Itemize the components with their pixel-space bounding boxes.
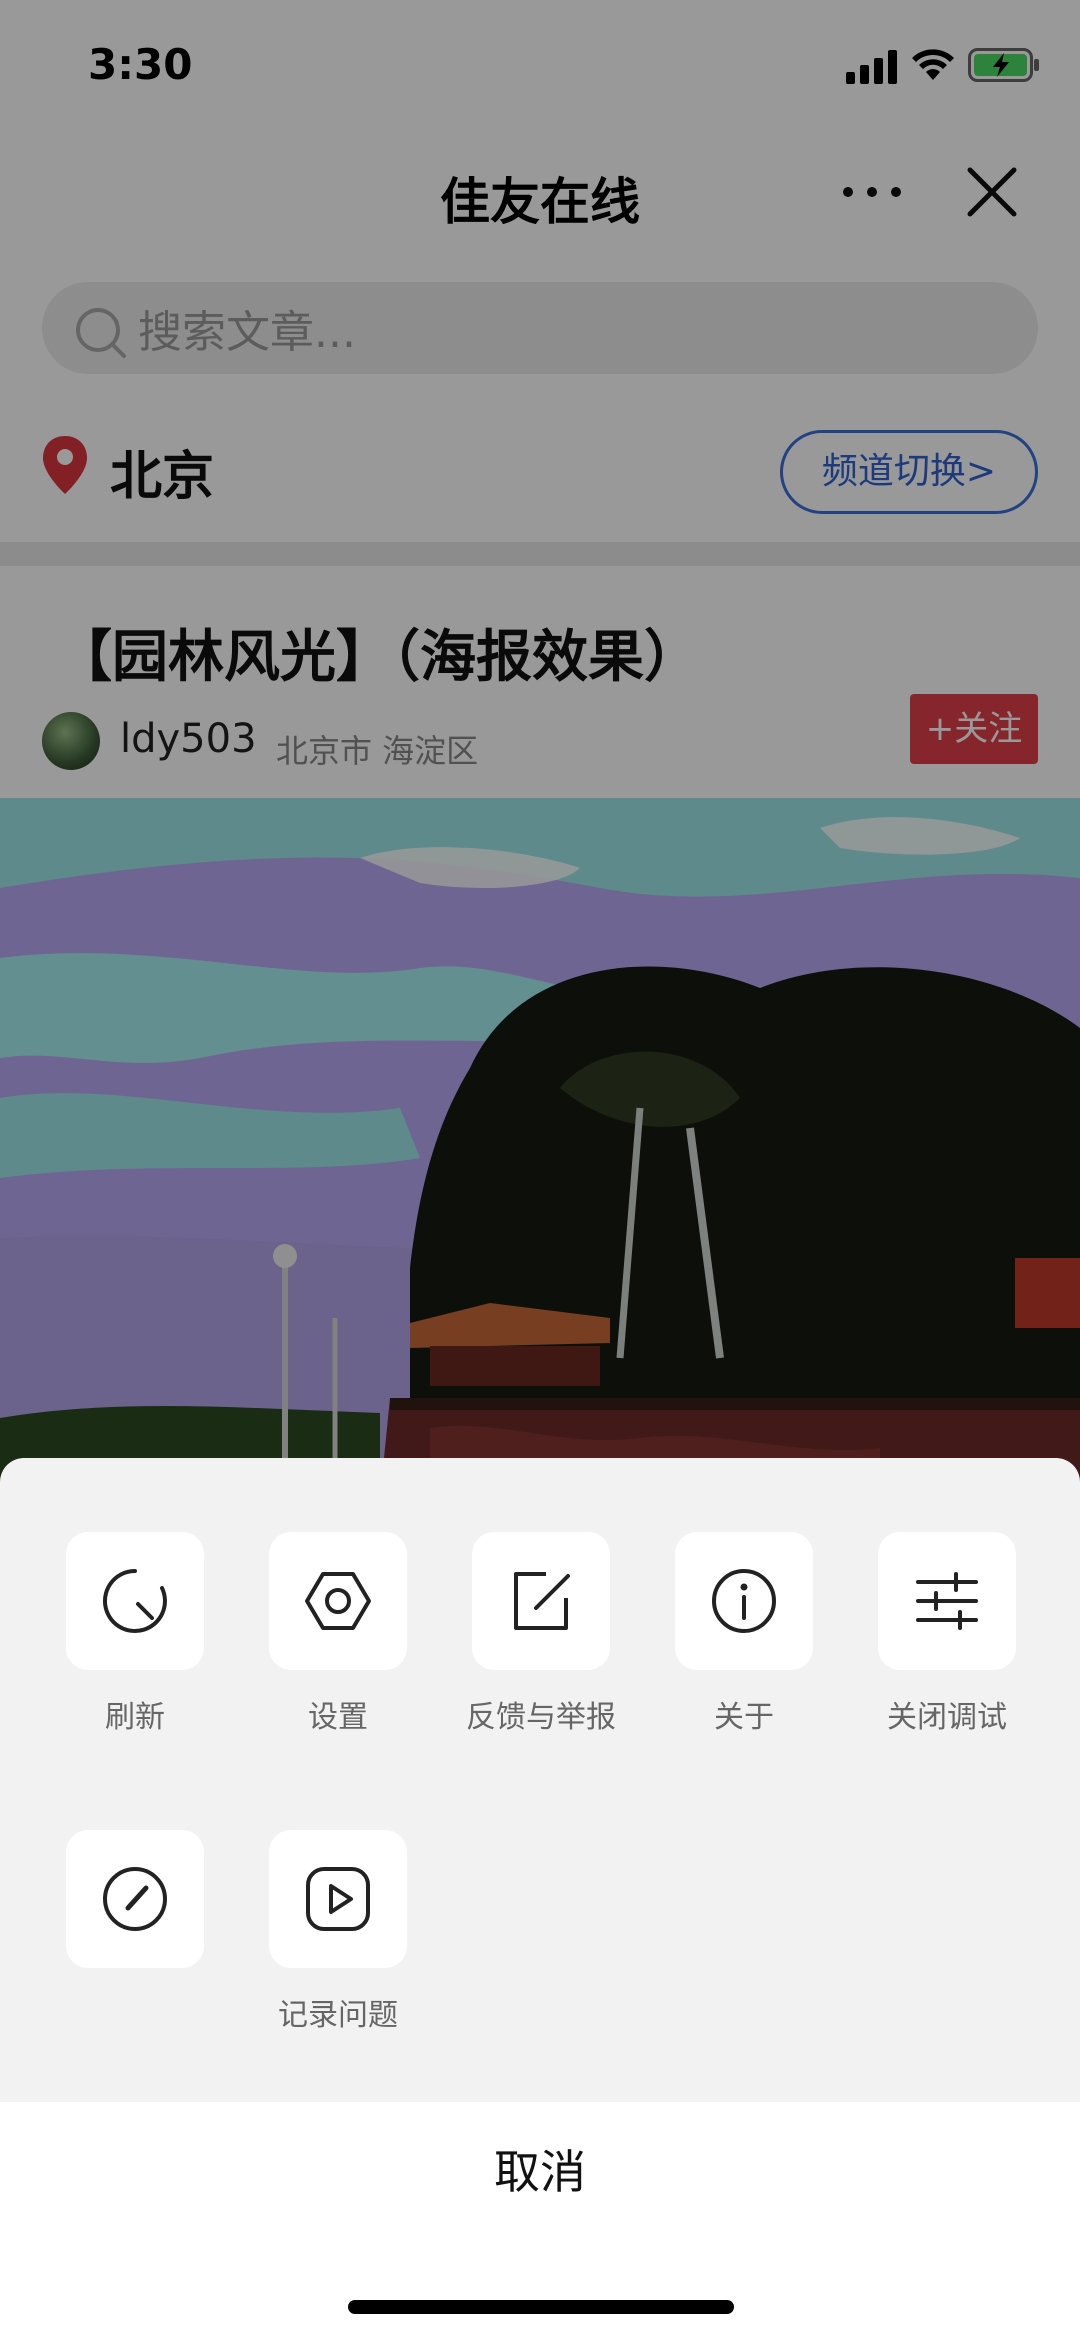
- action-tile[interactable]: [878, 1532, 1016, 1670]
- refresh-icon: [103, 1569, 167, 1633]
- action-about[interactable]: 关于: [641, 1532, 841, 1752]
- action-sheet: 刷新 设置 反馈与举报 关于 关闭调试 记录问题 取消: [0, 1458, 1080, 2339]
- action-close-debug[interactable]: 关闭调试: [844, 1532, 1044, 1752]
- feedback-icon: [514, 1572, 570, 1630]
- action-label: 记录问题: [278, 1998, 398, 2033]
- action-tile[interactable]: [66, 1532, 204, 1670]
- performance-gauge-icon: [103, 1867, 167, 1931]
- sliders-icon: [916, 1572, 978, 1630]
- action-performance[interactable]: [32, 1830, 232, 2050]
- action-feedback-report[interactable]: 反馈与举报: [438, 1532, 638, 1752]
- action-tile[interactable]: [675, 1532, 813, 1670]
- action-settings[interactable]: 设置: [235, 1532, 435, 1752]
- info-icon: [712, 1569, 776, 1633]
- action-tile[interactable]: [269, 1532, 407, 1670]
- action-tile[interactable]: [269, 1830, 407, 1968]
- action-tile[interactable]: [66, 1830, 204, 1968]
- cancel-button[interactable]: 取消: [0, 2102, 1080, 2242]
- record-play-icon: [306, 1867, 370, 1931]
- action-tile[interactable]: [472, 1532, 610, 1670]
- action-record-issue[interactable]: 记录问题: [235, 1830, 435, 2050]
- action-refresh[interactable]: 刷新: [32, 1532, 232, 1752]
- home-indicator[interactable]: [348, 2300, 734, 2314]
- action-label: 关闭调试: [887, 1700, 1007, 1735]
- settings-icon: [305, 1572, 371, 1630]
